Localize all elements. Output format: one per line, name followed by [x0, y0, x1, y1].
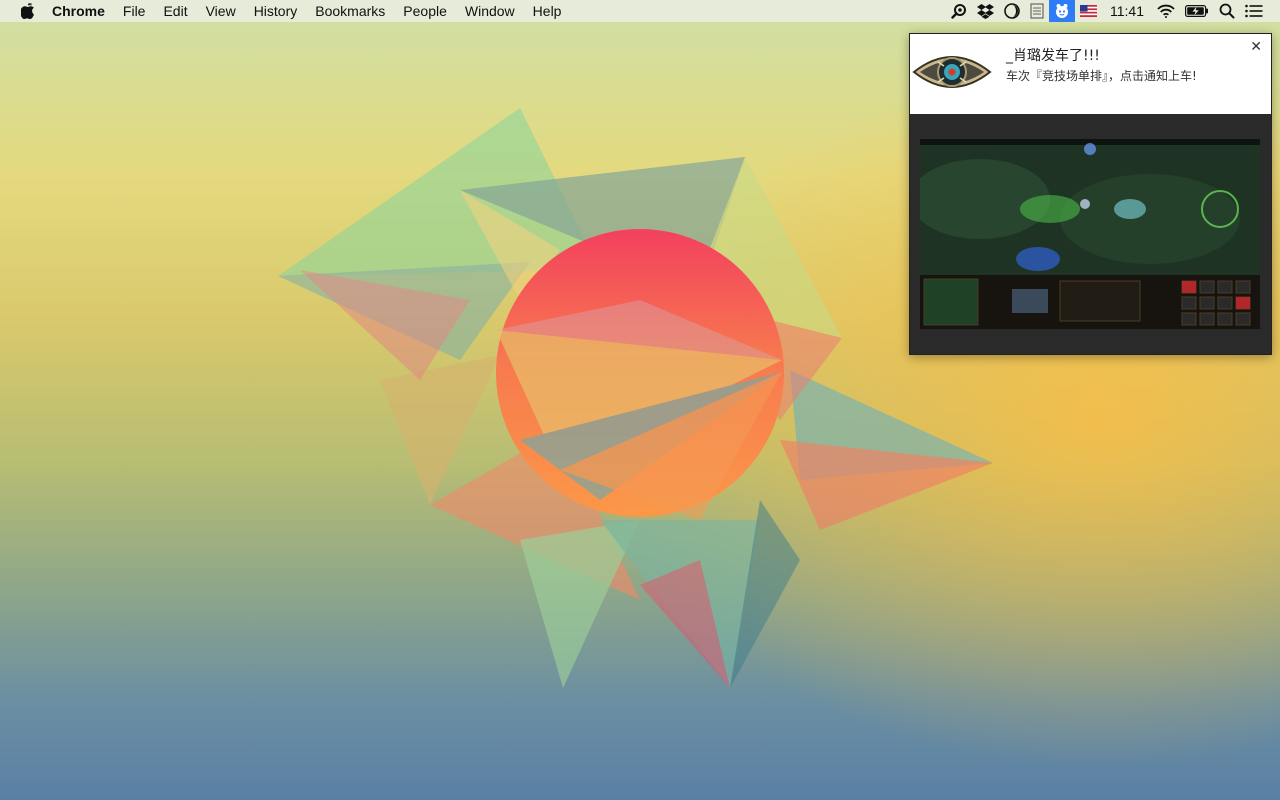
battery-charging-icon[interactable]	[1180, 0, 1214, 22]
game-screenshot-image[interactable]	[920, 139, 1260, 329]
menu-bar: Chrome File Edit View History Bookmarks …	[0, 0, 1280, 22]
menu-file[interactable]: File	[114, 0, 155, 22]
menu-help[interactable]: Help	[524, 0, 571, 22]
notification-center-icon[interactable]	[1240, 0, 1268, 22]
menu-history[interactable]: History	[245, 0, 307, 22]
menu-clock[interactable]: 11:41	[1102, 0, 1152, 22]
menu-bar-left: Chrome File Edit View History Bookmarks …	[0, 0, 570, 22]
search-magnifier-icon[interactable]	[946, 0, 972, 22]
menu-app-name[interactable]: Chrome	[52, 0, 114, 22]
spotlight-icon[interactable]	[1214, 0, 1240, 22]
notification-message: 车次『竞技场单排』，点击通知上车!	[1006, 69, 1197, 83]
close-icon[interactable]: ✕	[1250, 38, 1262, 55]
moon-contrast-icon[interactable]	[999, 0, 1025, 22]
notification-header[interactable]: _肖璐发车了!!! 车次『竞技场单排』，点击通知上车! ✕	[910, 34, 1271, 114]
us-flag-icon[interactable]	[1075, 0, 1102, 22]
menu-bookmarks[interactable]: Bookmarks	[306, 0, 394, 22]
menu-window[interactable]: Window	[456, 0, 524, 22]
dropbox-icon[interactable]	[972, 0, 999, 22]
apple-logo-icon[interactable]	[21, 3, 35, 19]
menu-view[interactable]: View	[197, 0, 245, 22]
menu-bar-tray: 11:41	[946, 0, 1280, 22]
menu-edit[interactable]: Edit	[154, 0, 196, 22]
eye-logo-icon	[912, 50, 992, 94]
wifi-icon[interactable]	[1152, 0, 1180, 22]
menu-people[interactable]: People	[394, 0, 456, 22]
reading-list-icon[interactable]	[1025, 0, 1049, 22]
notification-title: _肖璐发车了!!!	[1006, 48, 1100, 64]
chat-bot-icon[interactable]	[1049, 0, 1075, 22]
chrome-notification[interactable]: _肖璐发车了!!! 车次『竞技场单排』，点击通知上车! ✕	[909, 33, 1272, 355]
